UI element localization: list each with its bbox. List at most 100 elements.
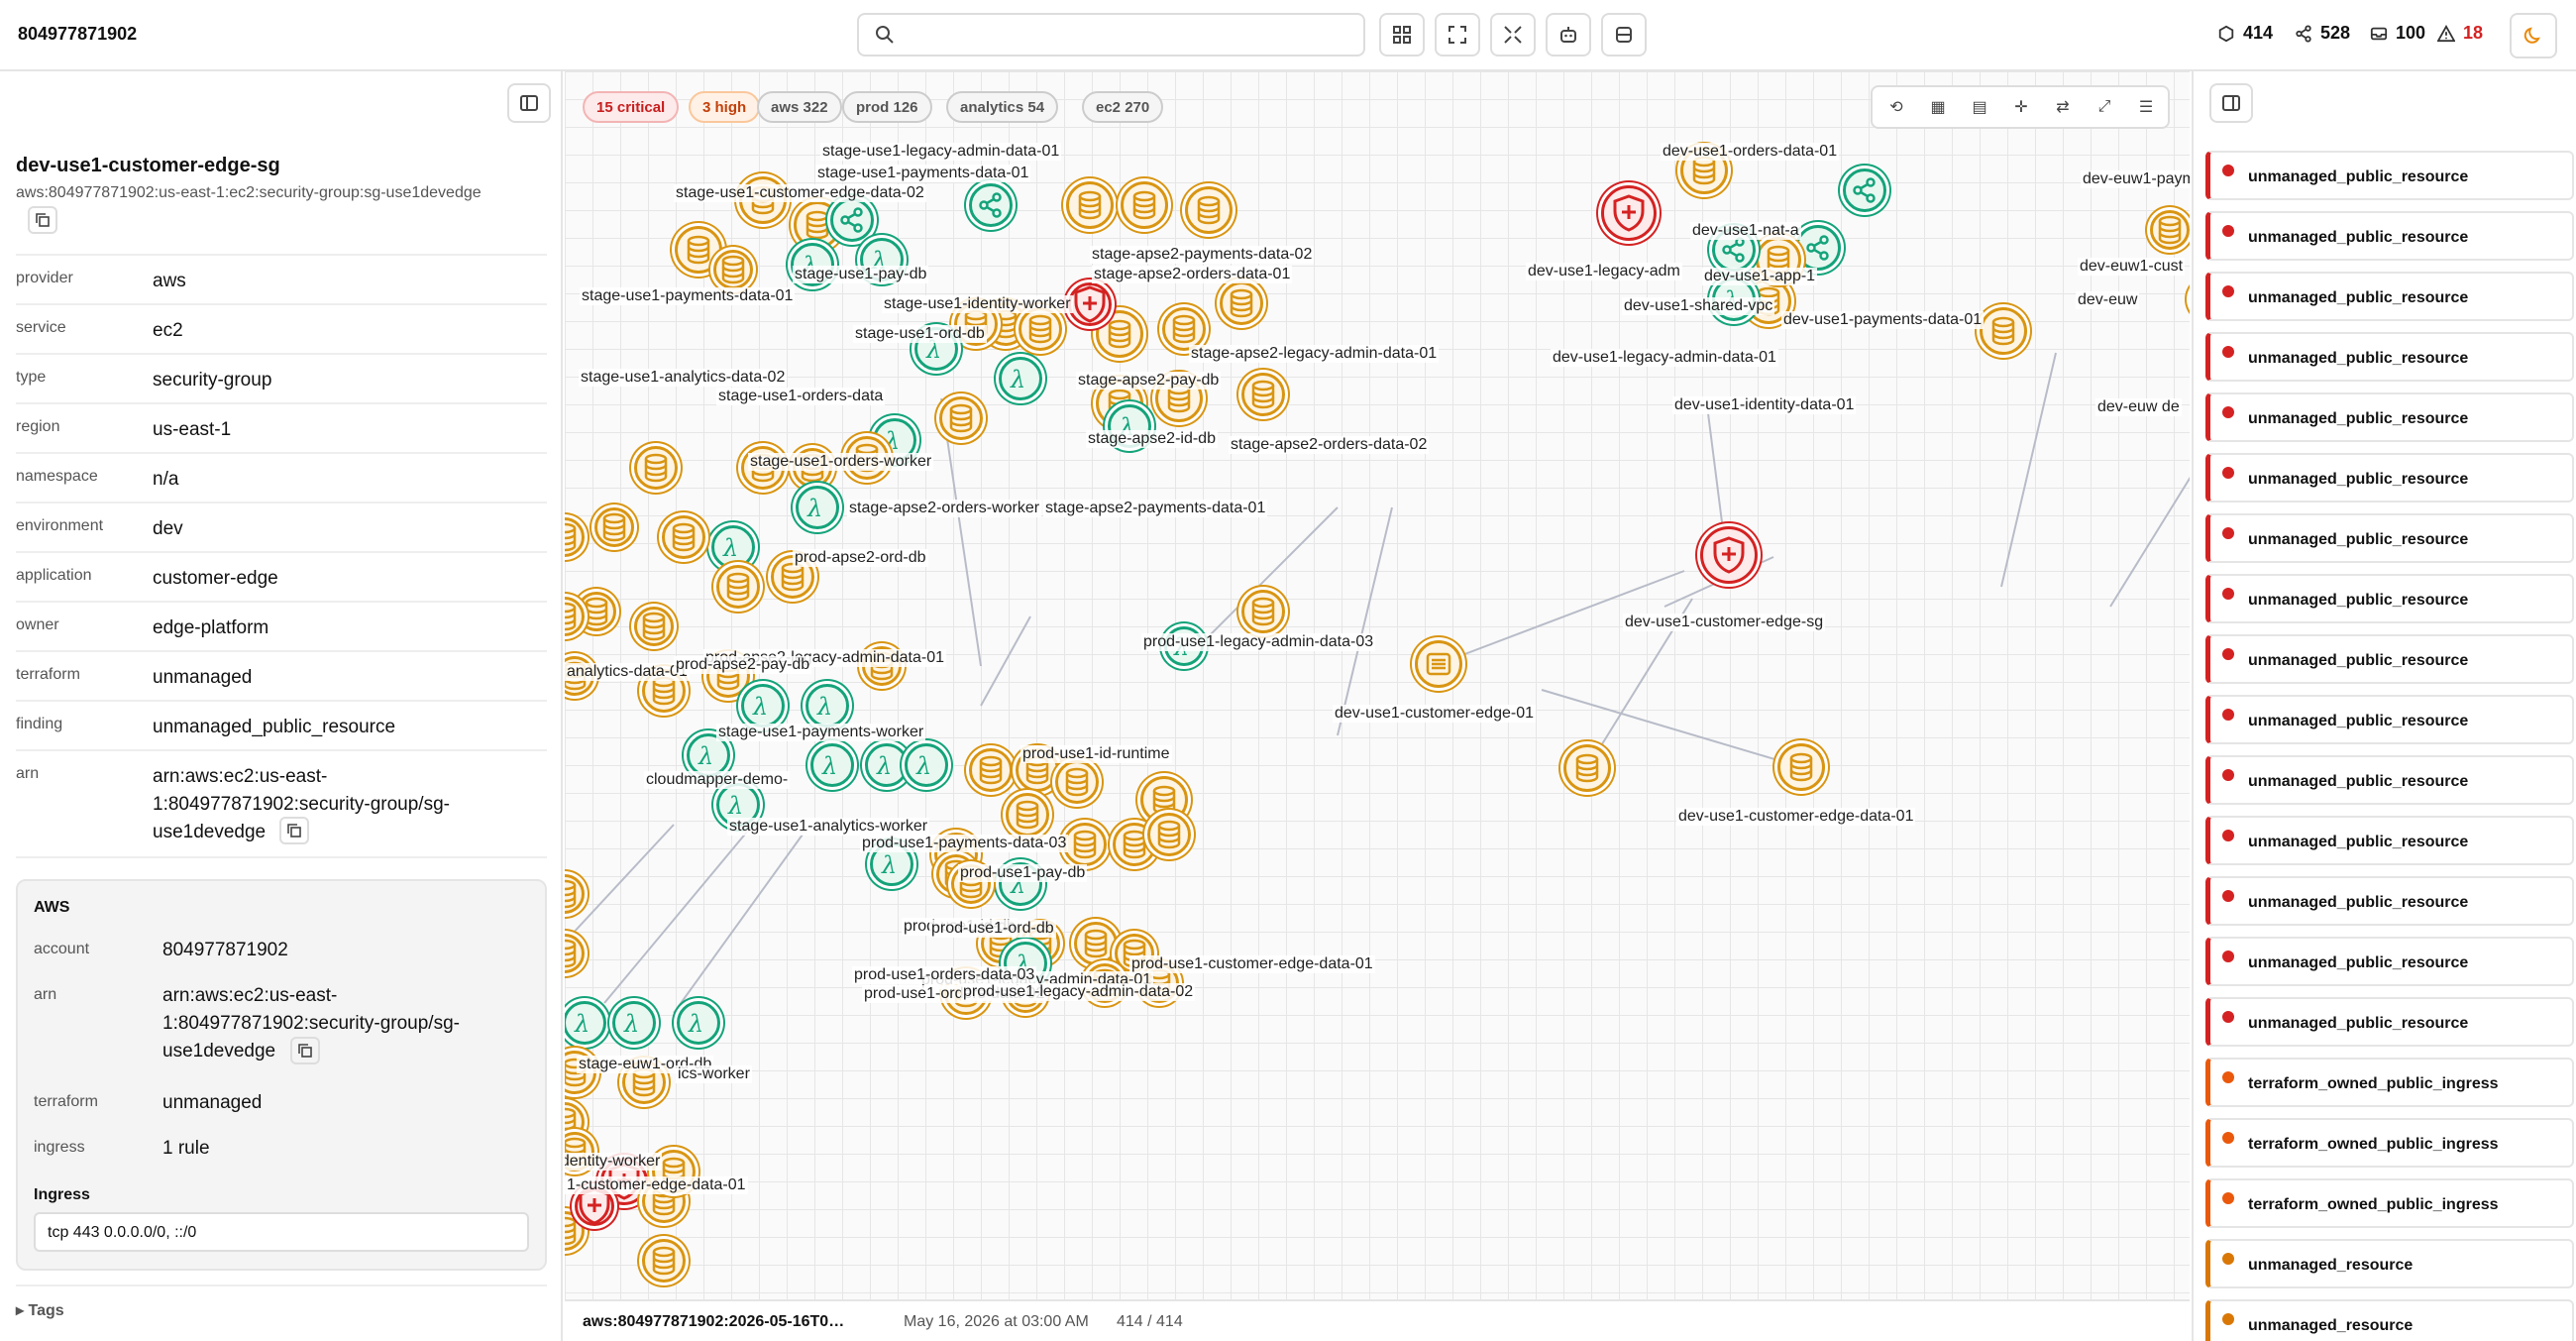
finding-item[interactable]: unmanaged_public_resource [2205,151,2574,200]
findings-panel: unmanaged_public_resource unmanaged_publi… [2192,71,2576,1341]
finding-item[interactable]: unmanaged_public_resource [2205,695,2574,744]
function-node[interactable]: λ [805,684,849,727]
collapse-right-panel-button[interactable] [2209,83,2253,123]
fullscreen-button[interactable] [1435,13,1480,56]
database-node[interactable] [1121,181,1168,229]
search-input[interactable] [857,13,1365,56]
collapse-left-panel-button[interactable] [507,83,551,123]
database-node[interactable] [716,565,760,609]
node-label: dev-use1-legacy-admin-data-01 [1551,349,1778,367]
function-node[interactable]: λ [741,684,785,727]
database-node[interactable] [634,607,674,646]
security-group-node[interactable] [1700,526,1758,584]
function-node[interactable]: λ [711,525,755,569]
database-node[interactable] [594,507,634,547]
finding-item[interactable]: terraform_owned_public_ingress [2205,1118,2574,1168]
database-node[interactable] [634,446,678,490]
graph-canvas[interactable]: 15 critical 3 high aws 322 prod 126 analytic… [565,71,2190,1299]
finding-item[interactable]: unmanaged_public_resource [2205,211,2574,261]
node-label: dev-use1-legacy-adm [1526,263,1682,280]
database-node[interactable] [1074,922,1118,965]
finding-item[interactable]: unmanaged_public_resource [2205,392,2574,442]
finding-item[interactable]: unmanaged_public_resource [2205,876,2574,926]
finding-label: unmanaged_public_resource [2248,773,2469,790]
network-node[interactable] [830,198,874,242]
network-node[interactable] [1843,168,1886,212]
finding-item[interactable]: terraform_owned_public_ingress [2205,1178,2574,1228]
database-node[interactable] [1185,186,1233,234]
security-group-node[interactable] [1068,282,1112,326]
layers-button[interactable] [1601,13,1647,56]
database-node[interactable] [1055,760,1099,804]
database-node[interactable] [1006,793,1049,837]
finding-item[interactable]: unmanaged_public_resource [2205,997,2574,1047]
lambda-icon: λ [821,752,837,779]
copy-arn-button[interactable] [279,817,309,844]
fit-view-button[interactable] [1490,13,1536,56]
database-node[interactable] [1066,181,1114,229]
tags-toggle[interactable]: ▸ Tags [16,1300,64,1320]
database-node[interactable] [1777,743,1825,791]
finding-item[interactable]: unmanaged_public_resource [2205,513,2574,563]
aws-account-key: account [34,941,90,957]
database-node[interactable] [662,515,705,559]
lambda-icon: λ [881,851,897,878]
database-node[interactable] [1563,744,1611,792]
node-label: stage-apse2-id-db [1086,430,1218,448]
database-node[interactable] [969,748,1013,792]
aws-ingress-value: 1 rule [162,1138,210,1159]
finding-item[interactable]: unmanaged_public_resource [2205,453,2574,503]
finding-item[interactable]: unmanaged_resource [2205,1299,2574,1341]
function-node[interactable]: λ [565,1001,606,1045]
database-icon [1084,929,1108,958]
database-node[interactable] [1241,590,1285,633]
database-node[interactable] [713,250,753,289]
function-node[interactable]: λ [999,357,1042,400]
database-icon [949,403,973,433]
network-node[interactable] [969,183,1013,227]
database-node[interactable] [642,1239,686,1283]
finding-item[interactable]: unmanaged_public_resource [2205,574,2574,623]
function-node[interactable]: λ [612,1001,656,1045]
resource-count-value: 414 [2243,23,2274,43]
function-node[interactable]: λ [865,743,909,787]
finding-item[interactable]: terraform_owned_public_ingress [2205,1058,2574,1107]
database-node[interactable] [1980,307,2027,355]
database-node[interactable] [1241,373,1285,416]
finding-item[interactable]: unmanaged_public_resource [2205,937,2574,986]
finding-item[interactable]: unmanaged_public_resource [2205,634,2574,684]
field-value: edge-platform [153,617,269,638]
theme-toggle-button[interactable] [2510,13,2557,58]
copy-id-button[interactable] [28,206,57,234]
lambda-icon: λ [752,693,768,720]
finding-item[interactable]: unmanaged_public_resource [2205,755,2574,805]
grid-view-button[interactable] [1379,13,1425,56]
database-node[interactable] [939,396,983,440]
copy-aws-arn-button[interactable] [290,1037,320,1064]
finding-item[interactable]: unmanaged_public_resource [2205,816,2574,865]
snapshot-id: aws:804977871902:2026-05-16T0… [583,1313,845,1330]
copy-icon [298,1044,312,1058]
database-node[interactable] [1063,823,1107,866]
finding-item[interactable]: unmanaged_public_resource [2205,332,2574,382]
function-node[interactable]: λ [905,743,948,787]
ec2-node[interactable] [1415,640,1462,688]
security-group-node[interactable] [1601,185,1657,241]
database-icon [1065,767,1089,797]
collapse-icon [1504,26,1522,44]
lambda-icon: λ [915,752,931,779]
network-node[interactable] [1795,225,1841,271]
function-node[interactable]: λ [796,486,839,529]
node-label: dev-use1-nat-a [1690,222,1801,240]
database-icon [1991,316,2015,346]
function-node[interactable]: λ [677,1001,720,1045]
database-node[interactable] [1220,281,1263,325]
database-node[interactable] [1147,813,1191,856]
database-node[interactable] [2150,210,2190,250]
function-node[interactable]: λ [810,743,854,787]
finding-item[interactable]: unmanaged_public_resource [2205,272,2574,321]
finding-item[interactable]: unmanaged_resource [2205,1239,2574,1288]
assistant-button[interactable] [1546,13,1591,56]
database-node[interactable] [1019,307,1062,351]
legacy-label: prod-use1-legacy-admin-data-03 [1141,633,1376,651]
